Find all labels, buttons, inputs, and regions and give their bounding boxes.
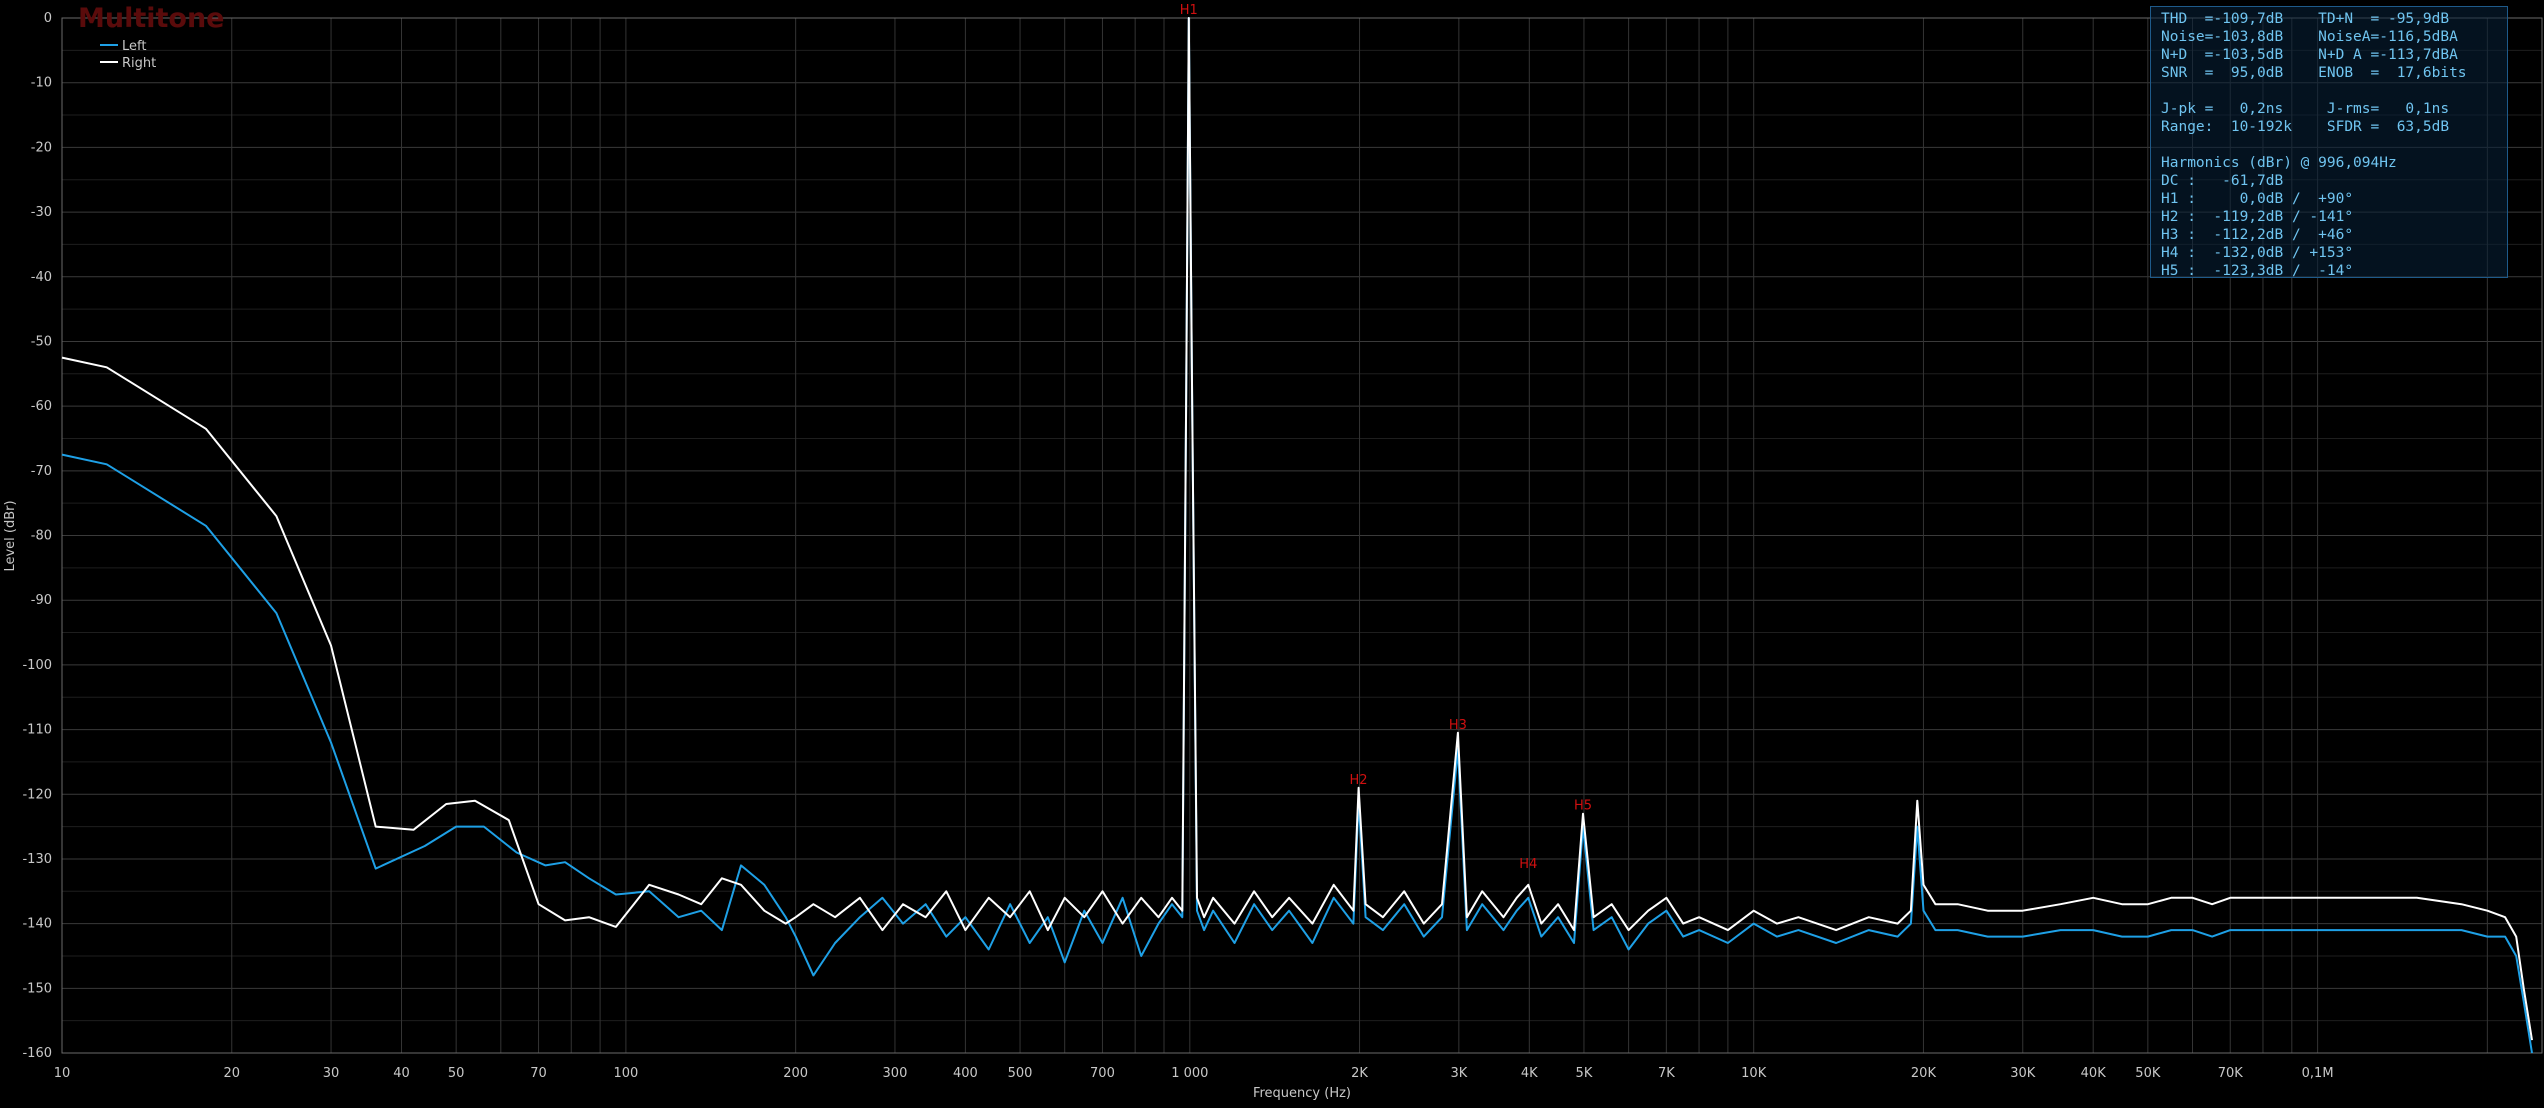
y-tick-label: -120	[22, 787, 52, 802]
harmonic-label-h4: H4	[1519, 857, 1537, 872]
x-tick-label: 3K	[1450, 1066, 1467, 1081]
y-tick-label: -40	[31, 270, 52, 285]
stats-line: DC : -61,7dB	[2161, 173, 2284, 189]
x-tick-label: 4K	[1521, 1066, 1538, 1081]
x-tick-label: 2K	[1351, 1066, 1368, 1081]
x-tick-label: 50	[448, 1066, 465, 1081]
stats-line: H4 : -132,0dB / +153°	[2161, 245, 2354, 261]
y-tick-label: -160	[22, 1046, 52, 1061]
stats-line: H5 : -123,3dB / -14°	[2161, 263, 2354, 279]
stats-spacer	[2161, 136, 2507, 154]
x-tick-label: 7K	[1658, 1066, 1675, 1081]
x-tick-label: 50K	[2135, 1066, 2161, 1081]
x-tick-label: 5K	[1576, 1066, 1593, 1081]
x-tick-label: 70	[530, 1066, 547, 1081]
x-tick-label: 300	[883, 1066, 908, 1081]
harmonic-label-h1: H1	[1180, 3, 1198, 18]
stats-line: Harmonics (dBr) @ 996,094Hz	[2161, 155, 2397, 171]
stats-line: H3 : -112,2dB / +46°	[2161, 227, 2354, 243]
x-tick-label: 400	[953, 1066, 978, 1081]
y-tick-label: -150	[22, 981, 52, 996]
x-tick-label: 100	[613, 1066, 638, 1081]
x-tick-label: 20	[223, 1066, 240, 1081]
y-tick-label: 0	[44, 11, 52, 26]
harmonic-label-h3: H3	[1449, 718, 1467, 733]
measurement-panel: THD =-109,7dB TD+N = -95,9dB Noise=-103,8…	[2150, 6, 2508, 279]
stats-line: H2 : -119,2dB / -141°	[2161, 209, 2354, 225]
y-tick-label: -20	[31, 140, 52, 155]
x-tick-label: 200	[783, 1066, 808, 1081]
x-tick-label: 10	[54, 1066, 71, 1081]
x-axis-label: Frequency (Hz)	[1253, 1086, 1351, 1101]
stats-line: SNR = 95,0dB ENOB = 17,6bits	[2161, 65, 2467, 81]
y-tick-label: -100	[22, 658, 52, 673]
x-tick-label: 40K	[2081, 1066, 2107, 1081]
x-tick-label: 700	[1090, 1066, 1115, 1081]
harmonic-label-h5: H5	[1574, 799, 1592, 814]
y-tick-label: -110	[22, 723, 52, 738]
stats-line: Noise=-103,8dB NoiseA=-116,5dBA	[2161, 29, 2458, 45]
harmonic-label-h2: H2	[1350, 773, 1368, 788]
x-tick-label: 20K	[1911, 1066, 1937, 1081]
y-tick-label: -140	[22, 917, 52, 932]
y-axis-label: Level (dBr)	[3, 500, 18, 571]
x-tick-label: 30K	[2010, 1066, 2036, 1081]
y-tick-label: -130	[22, 852, 52, 867]
x-tick-label: 10K	[1741, 1066, 1767, 1081]
x-tick-label: 30	[323, 1066, 340, 1081]
y-tick-label: -50	[31, 334, 52, 349]
brand-logo-text: Multitone	[78, 3, 225, 34]
y-tick-label: -10	[31, 76, 52, 91]
x-tick-label: 40	[393, 1066, 410, 1081]
x-tick-label: 0,1M	[2302, 1066, 2334, 1081]
stats-line: J-pk = 0,2ns J-rms= 0,1ns	[2161, 101, 2450, 117]
stats-line: H1 : 0,0dB / +90°	[2161, 191, 2354, 207]
stats-line: N+D =-103,5dB N+D A =-113,7dBA	[2161, 47, 2458, 63]
y-tick-label: -80	[31, 529, 52, 544]
x-tick-label: 500	[1008, 1066, 1033, 1081]
y-tick-label: -30	[31, 205, 52, 220]
stats-line: THD =-109,7dB TD+N = -95,9dB	[2161, 11, 2450, 27]
y-tick-label: -90	[31, 593, 52, 608]
legend-label-right: Right	[122, 56, 156, 71]
stats-line: Range: 10-192k SFDR = 63,5dB	[2161, 119, 2450, 135]
legend-label-left: Left	[122, 39, 146, 54]
stats-spacer	[2161, 82, 2507, 100]
y-tick-label: -60	[31, 399, 52, 414]
y-tick-label: -70	[31, 464, 52, 479]
x-tick-label: 70K	[2218, 1066, 2244, 1081]
x-tick-label: 1 000	[1171, 1066, 1208, 1081]
